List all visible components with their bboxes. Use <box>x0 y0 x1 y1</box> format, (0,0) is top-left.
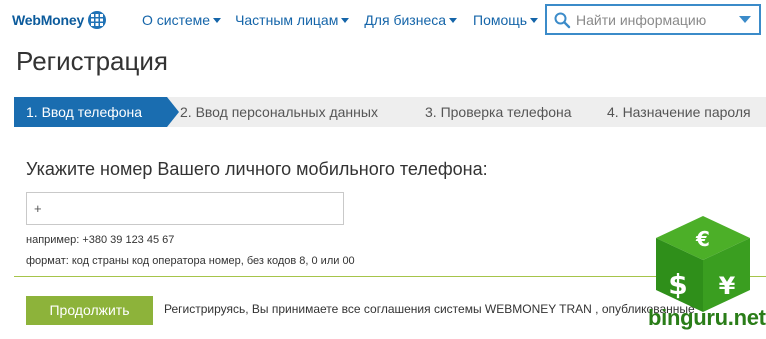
chevron-down-icon <box>341 18 350 23</box>
step-phone-verification: 3. Проверка телефона <box>425 104 572 120</box>
continue-button[interactable]: Продолжить <box>26 296 153 325</box>
step-password-setup: 4. Назначение пароля <box>607 104 751 120</box>
search-icon[interactable] <box>553 11 571 29</box>
top-navigation: WebMoney О системе Частным лицам Для биз… <box>0 0 766 42</box>
search-box <box>545 4 761 35</box>
chevron-down-icon <box>530 18 539 23</box>
step-phone-entry: 1. Ввод телефона <box>14 97 179 127</box>
nav-label: Частным лицам <box>235 12 339 28</box>
nav-business[interactable]: Для бизнеса <box>364 12 458 28</box>
phone-input[interactable] <box>26 192 344 225</box>
search-dropdown-icon[interactable] <box>739 16 751 23</box>
dollar-symbol: $ <box>668 268 687 301</box>
phone-example-hint: например: +380 39 123 45 67 <box>26 234 175 246</box>
nav-about-system[interactable]: О системе <box>142 12 222 28</box>
phone-format-hint: формат: код страны код оператора номер, … <box>26 255 355 267</box>
logo-text: WebMoney <box>12 12 85 28</box>
chevron-down-icon <box>449 18 458 23</box>
yen-symbol: ¥ <box>719 272 736 300</box>
main-nav: О системе Частным лицам Для бизнеса Помо… <box>142 12 539 28</box>
agreement-text: Регистрируясь, Вы принимаете все соглаше… <box>164 302 695 316</box>
nav-label: Помощь <box>473 12 528 28</box>
nav-individuals[interactable]: Частным лицам <box>235 12 350 28</box>
search-input[interactable] <box>576 11 736 28</box>
chevron-down-icon <box>213 18 222 23</box>
nav-label: Для бизнеса <box>364 12 447 28</box>
step-personal-data: 2. Ввод персональных данных <box>180 104 378 120</box>
watermark-text: binguru.net <box>648 305 766 330</box>
phone-prompt: Укажите номер Вашего личного мобильного … <box>26 159 488 179</box>
euro-symbol: € <box>695 227 710 251</box>
nav-label: О системе <box>142 12 211 28</box>
registration-steps: 1. Ввод телефона 2. Ввод персональных да… <box>14 97 766 127</box>
nav-help[interactable]: Помощь <box>473 12 539 28</box>
webmoney-logo[interactable]: WebMoney <box>12 8 107 32</box>
globe-icon <box>88 11 107 29</box>
page-title: Регистрация <box>16 46 168 76</box>
